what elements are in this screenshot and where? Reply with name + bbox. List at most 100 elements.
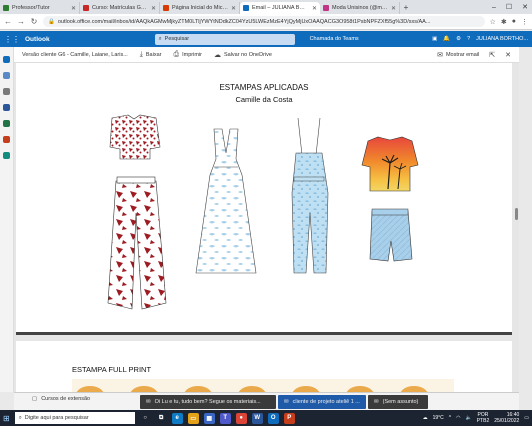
tab-favicon-icon (243, 5, 249, 11)
outlook-header: ⋮⋮ Outlook ⌕ Pesquisar Chamada do Teams … (0, 31, 532, 47)
browser-tab-1[interactable]: Curso: Matrículas Gradua... ✕ (80, 2, 160, 14)
search-placeholder: Pesquisar (164, 36, 190, 42)
close-tab-icon[interactable]: ✕ (312, 5, 317, 12)
mail-toast[interactable]: ✉ (Sem assunto) (368, 395, 428, 409)
menu-dots-icon[interactable]: ⋮ (521, 18, 528, 26)
save-onedrive-button[interactable]: ☁ Salvar no OneDrive (214, 51, 272, 59)
chrome-icon[interactable]: ● (235, 412, 247, 424)
browser-tab-4[interactable]: Moda Unisinos (@moda... ✕ (320, 2, 400, 14)
new-tab-button[interactable]: + (400, 2, 412, 14)
powerpoint-icon[interactable]: P (283, 412, 295, 424)
reload-icon[interactable]: ↻ (30, 17, 38, 26)
star-icon[interactable]: ☆ (490, 18, 496, 26)
address-bar-row: ← → ↻ 🔒 outlook.office.com/mail/inbox/id… (0, 14, 532, 30)
mail-toast-active[interactable]: ✉ cliente de projeto ateliê 1 ... (278, 395, 366, 409)
folder-icon: ▢ (32, 396, 38, 402)
extension-course-item[interactable]: ▢ Cursos de extensão (32, 396, 90, 402)
help-icon[interactable]: ? (467, 36, 470, 42)
tab-favicon-icon (163, 5, 169, 11)
windows-start-icon[interactable]: ⊞ (3, 414, 10, 423)
tab-favicon-icon (323, 5, 329, 11)
file-explorer-icon[interactable]: ▭ (187, 412, 199, 424)
toast-text: Oi Lu e tu, tudo bem? Segue os materiais… (154, 399, 261, 405)
weather-icon[interactable]: ☁ (423, 415, 428, 421)
close-tab-icon[interactable]: ✕ (231, 5, 236, 12)
teams-icon[interactable]: T (219, 412, 231, 424)
store-icon[interactable]: ▦ (203, 412, 215, 424)
weather-text[interactable]: 19°C (433, 415, 444, 421)
network-icon[interactable]: ◠ (456, 415, 460, 421)
search-input[interactable]: ⌕ Pesquisar (154, 33, 295, 45)
close-tab-icon[interactable]: ✕ (391, 5, 396, 12)
mail-icon[interactable] (3, 56, 10, 63)
document-viewer[interactable]: ESTAMPAS APLICADAS Camille da Costa ESTA… (14, 63, 519, 392)
browser-tab-0[interactable]: Professor/Tutor ✕ (0, 2, 80, 14)
tab-title: Curso: Matrículas Gradua... (92, 5, 148, 11)
people-icon[interactable] (3, 88, 10, 95)
user-name[interactable]: JULIANA BORTHO... (476, 36, 528, 42)
meet-icon[interactable]: ▣ (432, 36, 437, 42)
attachment-preview-toolbar: Versão cliente G6 - Camille, Laiane, Lar… (14, 47, 519, 63)
download-icon: ⤓ (139, 50, 143, 58)
powerpoint-icon[interactable] (3, 136, 10, 143)
toast-text: (Sem assunto) (382, 399, 419, 405)
mail-toast[interactable]: ✉ Oi Lu e tu, tudo bem? Segue os materia… (140, 395, 276, 409)
bell-icon[interactable]: 🔔 (443, 36, 450, 42)
back-arrow-icon[interactable]: ← (4, 17, 12, 26)
extensions-icon[interactable]: ✱ (501, 18, 507, 26)
close-icon[interactable]: ✕ (505, 51, 511, 59)
app-rail (0, 47, 14, 392)
notifications-icon[interactable]: ▭ (524, 415, 529, 421)
mail-icon: ✉ (146, 399, 151, 405)
scrollbar-thumb[interactable] (515, 208, 518, 220)
word-icon[interactable]: W (251, 412, 263, 424)
outfit-sunset-shirt (361, 136, 419, 262)
maximize-button[interactable]: ☐ (506, 3, 512, 11)
gear-icon[interactable]: ⚙ (456, 36, 461, 42)
calendar-icon[interactable] (3, 72, 10, 79)
taskbar-clock[interactable]: 16:40 25/01/2022 (494, 412, 519, 424)
save-onedrive-label: Salvar no OneDrive (223, 51, 272, 58)
taskbar-search-input[interactable]: ⌕ Digite aqui para pesquisar (14, 412, 135, 424)
language-indicator[interactable]: POR PTB2 (477, 412, 490, 424)
app-launcher-icon[interactable]: ⋮⋮ (4, 35, 20, 44)
onedrive-icon[interactable] (3, 152, 10, 159)
outlook-icon[interactable]: O (267, 412, 279, 424)
toast-text: cliente de projeto ateliê 1 ... (292, 399, 360, 405)
tab-title: Página Inicial do Microso... (172, 5, 228, 11)
minimize-button[interactable]: – (492, 4, 496, 11)
print-button[interactable]: ⎙ Imprimir (173, 51, 201, 59)
edge-icon[interactable]: e (171, 412, 183, 424)
popout-icon[interactable]: ⇱ (489, 51, 495, 59)
word-icon[interactable] (3, 104, 10, 111)
tab-favicon-icon (3, 5, 9, 11)
close-tab-icon[interactable]: ✕ (151, 5, 156, 12)
browser-tab-3[interactable]: Email – JULIANA BORTHO... ✕ (240, 2, 320, 14)
close-window-button[interactable]: ✕ (522, 3, 528, 11)
page-title: ESTAMPA FULL PRINT (72, 365, 152, 374)
search-icon: ⌕ (158, 35, 162, 42)
tray-chevron-icon[interactable]: ^ (449, 415, 451, 421)
url-field[interactable]: 🔒 outlook.office.com/mail/inbox/id/AAQkA… (43, 16, 485, 27)
browser-tab-strip: Professor/Tutor ✕ Curso: Matrículas Grad… (0, 0, 532, 14)
clock-date: 25/01/2022 (494, 418, 520, 424)
excel-icon[interactable] (3, 120, 10, 127)
download-label: Baixar (145, 51, 162, 58)
volume-icon[interactable]: 🔈 (465, 415, 471, 421)
download-button[interactable]: ⤓ Baixar (140, 51, 162, 59)
show-email-button[interactable]: ✉ Mostrar email (437, 51, 479, 59)
cortana-icon[interactable]: ○ (140, 413, 151, 424)
profile-icon[interactable]: ● (512, 18, 516, 26)
mail-icon: ✉ (284, 399, 289, 405)
mail-icon: ✉ (374, 399, 379, 405)
outfit-blue-jumpsuit (291, 117, 329, 274)
close-tab-icon[interactable]: ✕ (71, 5, 76, 12)
task-view-icon[interactable]: ⧉ (156, 413, 167, 424)
browser-tab-2[interactable]: Página Inicial do Microso... ✕ (160, 2, 240, 14)
forward-arrow-icon[interactable]: → (17, 17, 25, 26)
teams-call-button[interactable]: Chamada do Teams (310, 36, 359, 42)
garment-illustrations (107, 114, 419, 310)
outfit-red-print (107, 114, 167, 310)
show-email-label: Mostrar email (445, 51, 480, 58)
attachment-file-name: Versão cliente G6 - Camille, Laiane, Lar… (22, 51, 128, 58)
